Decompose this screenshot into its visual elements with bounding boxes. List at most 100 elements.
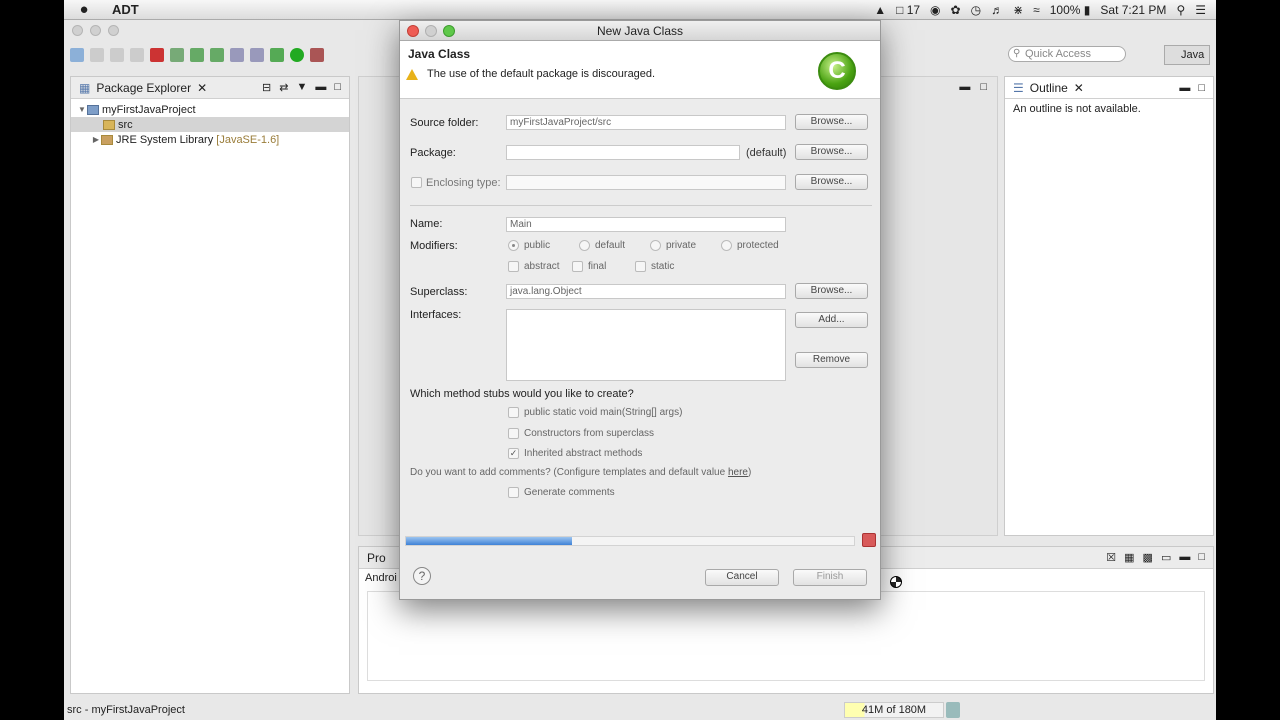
source-folder-field[interactable]: myFirstJavaProject/src bbox=[506, 115, 786, 130]
maximize-icon[interactable]: □ bbox=[334, 81, 341, 94]
skip-breakpoints-icon[interactable] bbox=[230, 48, 244, 62]
close-icon[interactable]: ✕ bbox=[1074, 81, 1084, 95]
protected-radio[interactable] bbox=[721, 240, 732, 251]
apple-icon[interactable]: ● bbox=[64, 1, 104, 18]
link-editor-icon[interactable]: ⇄ bbox=[279, 81, 288, 94]
class-name-field[interactable]: Main bbox=[506, 217, 786, 232]
modifiers-label: Modifiers: bbox=[410, 240, 458, 252]
browse-superclass-button[interactable]: Browse... bbox=[795, 283, 868, 299]
browse-enclosing-type-button[interactable]: Browse... bbox=[795, 174, 868, 190]
remove-interface-button[interactable]: Remove bbox=[795, 352, 868, 368]
window-close-button[interactable] bbox=[72, 25, 83, 36]
sync-icon[interactable]: ✿ bbox=[951, 3, 961, 17]
constructors-checkbox[interactable] bbox=[508, 428, 519, 439]
close-icon[interactable]: ✕ bbox=[197, 81, 207, 95]
record-icon[interactable]: ◉ bbox=[930, 3, 940, 17]
status-selection: src - myFirstJavaProject bbox=[67, 704, 185, 716]
maximize-icon[interactable]: □ bbox=[1198, 82, 1205, 94]
enclosing-type-field[interactable] bbox=[506, 175, 786, 190]
expanded-icon[interactable]: ▼ bbox=[77, 105, 87, 114]
window-zoom-button[interactable] bbox=[108, 25, 119, 36]
window-minimize-button[interactable] bbox=[90, 25, 101, 36]
open-console-icon[interactable]: ▩ bbox=[1143, 551, 1153, 564]
console-output[interactable] bbox=[367, 591, 1205, 681]
java-perspective-button[interactable]: Java bbox=[1164, 45, 1210, 65]
new-icon[interactable] bbox=[70, 48, 84, 62]
add-interface-button[interactable]: Add... bbox=[795, 312, 868, 328]
external-tools-icon[interactable] bbox=[310, 48, 324, 62]
enclosing-type-checkbox[interactable] bbox=[411, 177, 422, 188]
battery-status[interactable]: 100% ▮ bbox=[1050, 3, 1091, 17]
adobe-badge[interactable]: □ 17 bbox=[896, 3, 920, 17]
view-menu-icon[interactable]: ▼ bbox=[296, 81, 307, 94]
private-radio[interactable] bbox=[650, 240, 661, 251]
minimize-icon[interactable]: ▬ bbox=[1179, 551, 1190, 564]
quick-access-input[interactable]: ⚲ Quick Access bbox=[1008, 46, 1126, 62]
method-stubs-question: Which method stubs would you like to cre… bbox=[410, 388, 634, 400]
lint-icon[interactable] bbox=[210, 48, 224, 62]
maximize-icon[interactable]: □ bbox=[980, 81, 987, 93]
minimize-icon[interactable]: ▬ bbox=[959, 81, 970, 93]
configure-templates-link[interactable]: here bbox=[728, 467, 748, 478]
notification-center-icon[interactable]: ☰ bbox=[1195, 3, 1206, 17]
avd-manager-icon[interactable] bbox=[190, 48, 204, 62]
wifi-icon[interactable]: ≈ bbox=[1033, 3, 1040, 17]
cancel-button[interactable]: Cancel bbox=[705, 569, 779, 586]
dialog-close-button[interactable] bbox=[407, 25, 419, 37]
bluetooth-icon[interactable]: ⋇ bbox=[1013, 3, 1023, 17]
project-name: myFirstJavaProject bbox=[102, 103, 196, 116]
outline-empty-text: An outline is not available. bbox=[1013, 103, 1141, 115]
save-icon[interactable] bbox=[90, 48, 104, 62]
dialog-zoom-button[interactable] bbox=[443, 25, 455, 37]
inherited-methods-checkbox[interactable]: ✓ bbox=[508, 448, 519, 459]
volume-icon[interactable]: ♬ bbox=[991, 3, 1003, 17]
dialog-header: Java Class The use of the default packag… bbox=[400, 41, 880, 99]
package-field[interactable] bbox=[506, 145, 740, 160]
abstract-checkbox[interactable] bbox=[508, 261, 519, 272]
java-class-logo-icon: C bbox=[818, 52, 856, 90]
clear-icon[interactable]: ☒ bbox=[1106, 551, 1116, 564]
minimize-icon[interactable]: ▬ bbox=[1179, 82, 1190, 94]
public-radio[interactable] bbox=[508, 240, 519, 251]
app-name-menu[interactable]: ADT bbox=[112, 2, 139, 17]
display-console-icon[interactable]: ▭ bbox=[1161, 551, 1171, 564]
save-all-icon[interactable] bbox=[110, 48, 124, 62]
badge-count: 17 bbox=[906, 2, 921, 17]
time-machine-icon[interactable]: ◷ bbox=[971, 3, 981, 17]
breakpoint-icon[interactable] bbox=[250, 48, 264, 62]
tree-row-jre[interactable]: ▶ JRE System Library [JavaSE-1.6] bbox=[71, 132, 349, 147]
drive-icon[interactable]: ▲ bbox=[874, 3, 886, 17]
final-checkbox[interactable] bbox=[572, 261, 583, 272]
package-label: Package: bbox=[410, 147, 456, 159]
garbage-collect-icon[interactable] bbox=[946, 702, 960, 718]
download-icon[interactable] bbox=[170, 48, 184, 62]
run-icon[interactable] bbox=[290, 48, 304, 62]
stop-progress-icon[interactable] bbox=[862, 533, 876, 547]
debug-icon[interactable] bbox=[270, 48, 284, 62]
generate-comments-checkbox[interactable] bbox=[508, 487, 519, 498]
static-checkbox[interactable] bbox=[635, 261, 646, 272]
filter-icon[interactable]: ▦ bbox=[1124, 551, 1134, 564]
collapse-all-icon[interactable]: ⊟ bbox=[262, 81, 271, 94]
outline-tab[interactable]: ☰ Outline ✕ ▬ □ bbox=[1005, 77, 1213, 99]
maximize-icon[interactable]: □ bbox=[1198, 551, 1205, 564]
spotlight-icon[interactable]: ⚲ bbox=[1176, 3, 1185, 17]
default-radio[interactable] bbox=[579, 240, 590, 251]
help-icon[interactable]: ? bbox=[413, 567, 431, 585]
browse-source-folder-button[interactable]: Browse... bbox=[795, 114, 868, 130]
main-method-checkbox[interactable] bbox=[508, 407, 519, 418]
source-folder-label: Source folder: bbox=[410, 117, 479, 129]
minimize-icon[interactable]: ▬ bbox=[315, 81, 326, 94]
interfaces-list[interactable] bbox=[506, 309, 786, 381]
finish-button[interactable]: Finish bbox=[793, 569, 867, 586]
dialog-minimize-button[interactable] bbox=[425, 25, 437, 37]
collapsed-icon[interactable]: ▶ bbox=[91, 135, 101, 144]
package-explorer-tab[interactable]: ▦ Package Explorer ✕ ⊟ ⇄ ▼ ▬ □ bbox=[71, 77, 349, 99]
browse-package-button[interactable]: Browse... bbox=[795, 144, 868, 160]
tree-row-src[interactable]: src bbox=[71, 117, 349, 132]
tree-row-project[interactable]: ▼ myFirstJavaProject bbox=[71, 102, 349, 117]
debug-device-icon[interactable] bbox=[150, 48, 164, 62]
clock[interactable]: Sat 7:21 PM bbox=[1100, 3, 1166, 17]
superclass-field[interactable]: java.lang.Object bbox=[506, 284, 786, 299]
print-icon[interactable] bbox=[130, 48, 144, 62]
